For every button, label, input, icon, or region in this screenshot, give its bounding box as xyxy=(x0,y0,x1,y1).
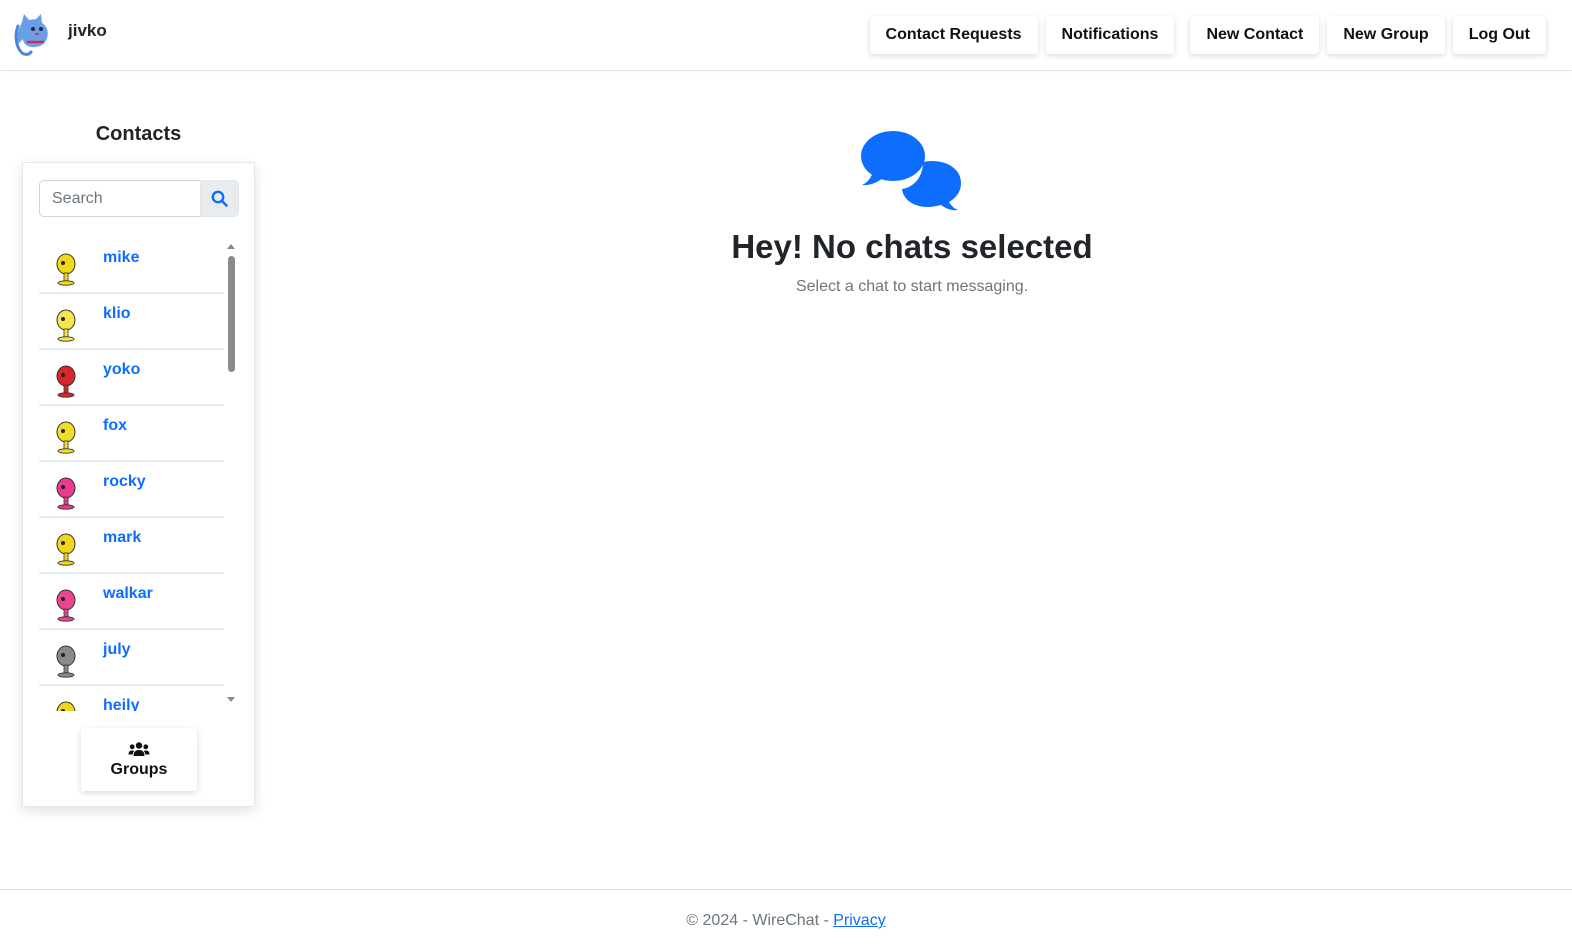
pink-robot-avatar-icon xyxy=(56,589,76,622)
search-icon xyxy=(211,190,228,207)
contact-requests-button[interactable]: Contact Requests xyxy=(869,16,1038,54)
users-icon xyxy=(128,741,150,756)
username-label: jivko xyxy=(68,21,107,40)
contact-item[interactable]: rocky xyxy=(39,462,224,518)
contact-name-link[interactable]: yoko xyxy=(103,361,140,379)
contact-name-link[interactable]: mark xyxy=(103,529,141,547)
contact-item[interactable]: july xyxy=(39,630,224,686)
red-robot-avatar-icon xyxy=(56,365,76,398)
contact-list: mike klio yoko fox rocky mark walkar july heily xyxy=(39,238,224,711)
top-nav: Contact Requests Notifications New Conta… xyxy=(869,16,1546,54)
footer: © 2024 - WireChat - Privacy xyxy=(0,889,1572,951)
contact-list-scrollbar[interactable] xyxy=(227,240,237,706)
yellow-robot-avatar-icon xyxy=(56,309,76,342)
yellow-robot-avatar-icon xyxy=(56,253,76,286)
contact-name-link[interactable]: july xyxy=(103,641,131,659)
privacy-link[interactable]: Privacy xyxy=(833,912,885,929)
contacts-panel: mikeklioyokofoxrockymarkwalkarjulyheily … xyxy=(22,162,255,807)
notifications-button[interactable]: Notifications xyxy=(1045,16,1175,54)
contact-name-link[interactable]: mike xyxy=(103,249,139,267)
contact-item[interactable]: heily xyxy=(39,686,224,711)
contact-item[interactable]: mike xyxy=(39,238,224,294)
scroll-down-arrow-icon[interactable] xyxy=(227,697,235,702)
contact-name-link[interactable]: rocky xyxy=(103,473,146,491)
brand[interactable]: jivko xyxy=(14,12,107,56)
chat-bubbles-icon xyxy=(861,131,961,211)
new-group-button[interactable]: New Group xyxy=(1327,16,1445,54)
blue-cat-icon xyxy=(14,14,48,56)
contact-name-link[interactable]: klio xyxy=(103,305,131,323)
new-contact-button[interactable]: New Contact xyxy=(1190,16,1320,54)
contacts-heading: Contacts xyxy=(95,123,182,145)
yellow-robot-avatar-icon xyxy=(56,421,76,454)
scroll-up-arrow-icon[interactable] xyxy=(227,244,235,249)
groups-button[interactable]: Groups xyxy=(81,728,197,791)
contact-item[interactable]: walkar xyxy=(39,574,224,630)
empty-chat-state: Hey! No chats selected Select a chat to … xyxy=(600,128,1224,296)
contact-list-scroll[interactable]: mike klio yoko fox rocky mark walkar july heily xyxy=(39,238,239,711)
search-group xyxy=(39,180,239,217)
scroll-thumb[interactable] xyxy=(228,256,235,372)
contact-item[interactable]: fox xyxy=(39,406,224,462)
search-input[interactable] xyxy=(39,180,200,217)
contact-item[interactable]: mark xyxy=(39,518,224,574)
yellow-robot-avatar-icon xyxy=(56,533,76,566)
empty-state-subtitle: Select a chat to start messaging. xyxy=(795,278,1029,295)
yellow-robot-avatar-icon xyxy=(56,701,76,711)
contact-name-link[interactable]: fox xyxy=(103,417,127,435)
gray-robot-avatar-icon xyxy=(56,645,76,678)
log-out-button[interactable]: Log Out xyxy=(1452,16,1546,54)
groups-label: Groups xyxy=(110,760,168,778)
pink-robot-avatar-icon xyxy=(56,477,76,510)
contact-name-link[interactable]: heily xyxy=(103,697,139,711)
contact-item[interactable]: yoko xyxy=(39,350,224,406)
contact-name-link[interactable]: walkar xyxy=(103,585,153,603)
top-navbar: jivko Contact Requests Notifications New… xyxy=(0,0,1572,71)
footer-copyright: © 2024 - WireChat - xyxy=(686,912,834,929)
search-button[interactable] xyxy=(200,180,239,217)
empty-state-title: Hey! No chats selected xyxy=(731,228,1093,265)
contact-item[interactable]: klio xyxy=(39,294,224,350)
